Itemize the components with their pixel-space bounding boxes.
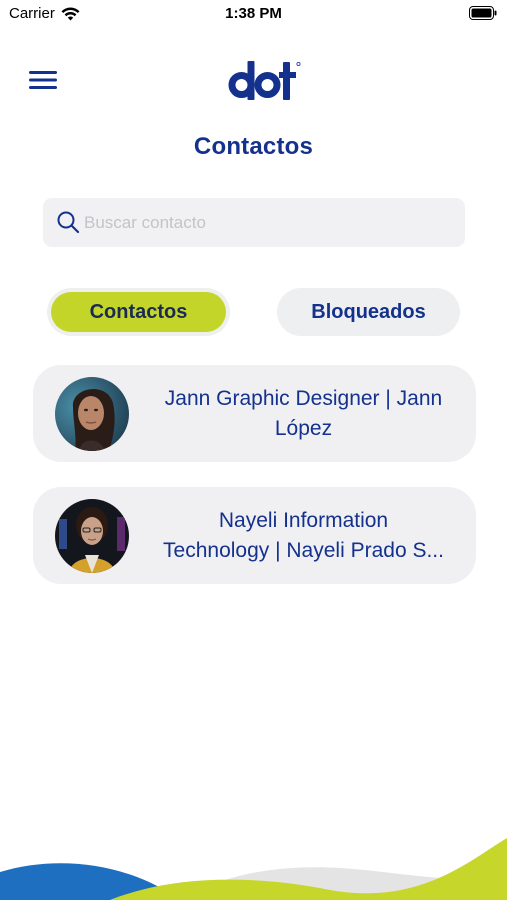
avatar [55, 499, 129, 573]
search-bar[interactable] [43, 198, 465, 247]
avatar [55, 377, 129, 451]
search-input[interactable] [84, 198, 454, 247]
contact-name-line2: Technology | Nayeli Prado S... [163, 538, 444, 562]
menu-button[interactable] [28, 68, 58, 92]
status-bar: Carrier 1:38 PM [0, 0, 507, 28]
contact-card-nayeli[interactable]: Nayeli Information Technology | Nayeli P… [33, 487, 476, 584]
app-logo [228, 56, 302, 104]
contact-name: Nayeli Information Technology | Nayeli P… [141, 487, 466, 584]
contact-card-jann[interactable]: Jann Graphic Designer | Jann López [33, 365, 476, 462]
status-time: 1:38 PM [225, 5, 282, 22]
tab-bloqueados-label: Bloqueados [311, 300, 426, 323]
tab-contactos-label: Contactos [51, 292, 226, 332]
contact-name-line2: López [274, 416, 333, 440]
battery-icon [469, 6, 497, 24]
contacts-screen: Carrier 1:38 PM Contactos Buscar contact… [0, 0, 507, 900]
contact-name-line1: Jann Graphic Designer | Jann [164, 386, 443, 410]
contact-name-line1: Nayeli Information [218, 508, 389, 532]
tab-contactos[interactable]: Contactos [47, 288, 230, 336]
hamburger-icon [29, 71, 57, 89]
page-title: Contactos [193, 133, 314, 160]
tab-bloqueados[interactable]: Bloqueados [277, 288, 460, 336]
contact-name: Jann Graphic Designer | Jann López [141, 365, 466, 462]
bottom-waves [0, 838, 507, 900]
search-icon [57, 211, 80, 234]
